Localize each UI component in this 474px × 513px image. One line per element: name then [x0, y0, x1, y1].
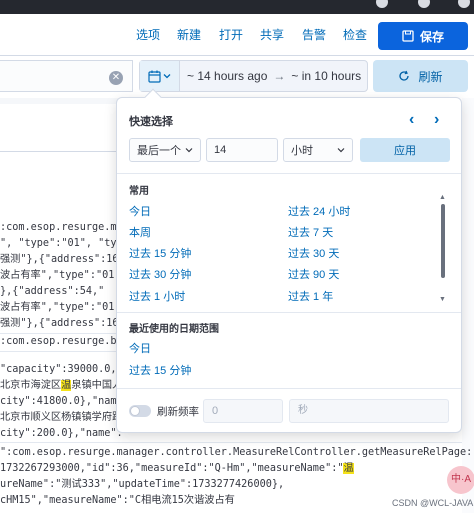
- query-bar: ✕ ~ 14 hours ago → ~ in 10 hours 刷新: [0, 58, 474, 98]
- doc-line: 北京市海淀区温泉镇中国人: [0, 378, 122, 394]
- watermark: CSDN @WCL-JAVA: [392, 498, 474, 508]
- date-picker[interactable]: ~ 14 hours ago → ~ in 10 hours: [139, 60, 368, 92]
- doc-line: 强测"},{"address":162,: [0, 318, 131, 329]
- value-text: 14: [214, 144, 227, 156]
- header-icon[interactable]: [376, 0, 388, 8]
- chevron-down-icon: [163, 74, 171, 79]
- divider: [117, 173, 461, 174]
- save-icon: [402, 30, 414, 42]
- doc-line: 1732267293000,"id":36,"measureId":"Q-Hm"…: [0, 461, 354, 477]
- chevron-right-icon[interactable]: ›: [434, 111, 439, 129]
- direction-select[interactable]: 最后一个: [129, 138, 201, 162]
- app-menu-bar: 选项 新建 打开 共享 告警 检查 保存: [0, 14, 474, 56]
- doc-line: :com.esop.resurge.ba: [0, 336, 123, 347]
- doc-line: city":200.0},"name":: [0, 428, 123, 439]
- scroll-up-icon[interactable]: ▲: [439, 194, 446, 201]
- menu-new[interactable]: 新建: [177, 26, 201, 43]
- menu-inspect[interactable]: 检查: [343, 26, 367, 43]
- doc-line: },{"address":54,": [0, 286, 105, 297]
- common-range-link[interactable]: 过去 24 小时: [288, 203, 350, 219]
- chevron-left-icon[interactable]: ‹: [409, 111, 414, 129]
- save-button-label: 保存: [419, 29, 444, 44]
- recent-range-link[interactable]: 今日: [129, 340, 151, 356]
- common-title: 常用: [129, 186, 149, 197]
- common-range-link[interactable]: 过去 15 分钟: [129, 245, 191, 261]
- refresh-toggle[interactable]: [129, 405, 151, 417]
- floating-assistant-icon[interactable]: 中·A: [447, 466, 474, 494]
- results-toolbar: [0, 104, 118, 152]
- refresh-button-label: 刷新: [418, 69, 443, 84]
- refresh-interval-input[interactable]: 0: [203, 399, 283, 423]
- clear-icon[interactable]: ✕: [109, 71, 123, 85]
- common-range-link[interactable]: 过去 90 天: [288, 266, 339, 282]
- divider: [117, 312, 461, 313]
- refresh-rate-label: 刷新频率: [157, 406, 199, 418]
- unit-value: 小时: [291, 145, 313, 157]
- doc-line: 波占有率","type":"01": [0, 270, 121, 281]
- doc-line: 强测"},{"address":165,: [0, 254, 131, 265]
- range-start[interactable]: ~ 14 hours ago: [187, 69, 267, 83]
- doc-line: :com.esop.resurge.ma: [0, 222, 123, 233]
- header-icon[interactable]: [418, 0, 430, 8]
- recent-range-link[interactable]: 过去 15 分钟: [129, 362, 191, 378]
- value-input[interactable]: 14: [206, 138, 278, 162]
- save-button[interactable]: 保存: [378, 22, 468, 50]
- doc-line: ureName":"测试333","updateTime":1733277426…: [0, 479, 285, 490]
- refresh-unit-select[interactable]: 秒: [289, 399, 449, 423]
- row-divider: [0, 442, 462, 443]
- menu-alerts[interactable]: 告警: [302, 26, 326, 43]
- menu-options[interactable]: 选项: [136, 26, 160, 43]
- user-avatar[interactable]: [458, 0, 470, 8]
- menu-open[interactable]: 打开: [219, 26, 243, 43]
- doc-text: 北京市海淀区: [0, 380, 62, 391]
- quick-select-title: 快速选择: [129, 116, 173, 128]
- apply-button[interactable]: 应用: [360, 138, 450, 162]
- doc-line: 波占有率","type":"01": [0, 302, 121, 313]
- search-input[interactable]: ✕: [0, 60, 133, 92]
- refresh-icon: [399, 70, 410, 81]
- arrow-right-icon: →: [273, 69, 286, 83]
- chevron-down-icon: [185, 148, 193, 153]
- common-range-link[interactable]: 本周: [129, 224, 151, 240]
- doc-line: cHM15","measureName":"C相电流15次谐波占有: [0, 495, 235, 506]
- common-range-link[interactable]: 今日: [129, 203, 151, 219]
- search-highlight: 温: [61, 380, 72, 391]
- scrollbar-thumb[interactable]: [441, 204, 445, 278]
- doc-text: 1732267293000,"id":36,"measureId":"Q-Hm"…: [0, 463, 344, 474]
- doc-text: 泉镇中国人: [71, 380, 123, 391]
- chevron-down-icon: [337, 148, 345, 153]
- menu-share[interactable]: 共享: [260, 26, 284, 43]
- common-range-link[interactable]: 过去 1 年: [288, 288, 333, 304]
- unit-select[interactable]: 小时: [283, 138, 353, 162]
- common-range-link[interactable]: 过去 30 分钟: [129, 266, 191, 282]
- doc-line: "capacity":39000.0,}: [0, 364, 123, 375]
- divider: [117, 388, 461, 389]
- common-range-link[interactable]: 过去 1 小时: [129, 288, 185, 304]
- doc-line: ":com.esop.resurge.manager.controller.Me…: [0, 447, 473, 458]
- search-highlight: 温: [343, 463, 354, 474]
- doc-line: 北京市顺义区杨镇镇学府路: [0, 412, 123, 423]
- range-end[interactable]: ~ in 10 hours: [291, 69, 361, 83]
- quick-select-toggle[interactable]: [140, 61, 180, 91]
- common-range-link[interactable]: 过去 7 天: [288, 224, 333, 240]
- scroll-down-icon[interactable]: ▼: [439, 296, 446, 303]
- doc-line: city":41800.0},"name: [0, 396, 123, 407]
- direction-value: 最后一个: [137, 145, 181, 157]
- recent-title: 最近使用的日期范围: [129, 324, 219, 335]
- top-header-bar: [0, 0, 474, 14]
- calendar-icon: [148, 70, 161, 83]
- common-range-link[interactable]: 过去 30 天: [288, 245, 339, 261]
- refresh-button[interactable]: 刷新: [373, 60, 468, 92]
- scrollbar[interactable]: ▲ ▼: [439, 194, 446, 306]
- quick-select-popover: 快速选择 ‹ › 最后一个 14 小时 应用 常用 今日 本周 过去 15 分钟…: [116, 88, 462, 433]
- toggle-knob: [130, 406, 140, 416]
- doc-line: ", "type":"01", "typeN: [0, 238, 135, 249]
